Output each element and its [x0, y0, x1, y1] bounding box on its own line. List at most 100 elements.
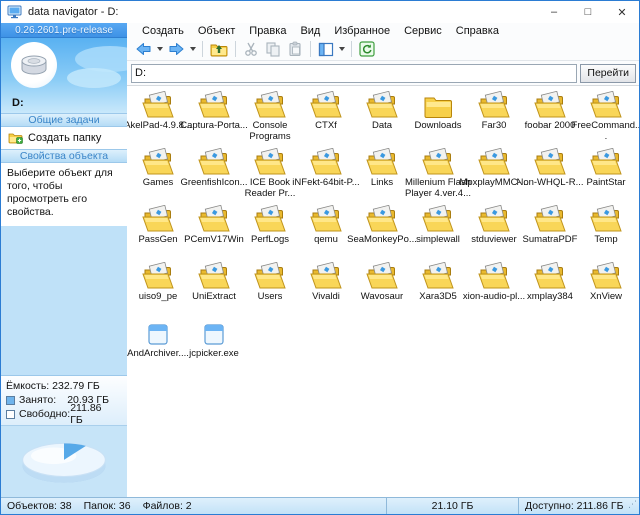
file-item[interactable]: Vivaldi	[298, 260, 354, 317]
file-item[interactable]: PassGen	[130, 203, 186, 260]
file-item[interactable]: Millenium Flash Player 4.ver.4...	[410, 146, 466, 203]
open-folder-icon	[422, 148, 454, 176]
file-item[interactable]: UniExtract	[186, 260, 242, 317]
file-label: FreeCommand...	[571, 120, 639, 142]
file-item[interactable]: GreenfishIcon...	[186, 146, 242, 203]
toolbar-separator	[310, 41, 311, 57]
status-objects: Объектов: 38	[7, 500, 72, 512]
application-file-icon	[203, 323, 225, 347]
drive-letter-label: D:	[12, 97, 24, 109]
menu-item[interactable]: Создать	[135, 25, 191, 37]
file-item[interactable]: Links	[354, 146, 410, 203]
open-folder-icon	[254, 262, 286, 290]
capacity-value: 232.79 ГБ	[52, 380, 100, 392]
file-item[interactable]: Captura-Porta...	[186, 89, 242, 146]
menu-item[interactable]: Объект	[191, 25, 242, 37]
file-item[interactable]: Wavosaur	[354, 260, 410, 317]
open-folder-icon	[534, 205, 566, 233]
status-files: Файлов: 2	[143, 500, 192, 512]
sidebar: 0.26.2601.pre-release D: Общие задачи	[1, 23, 127, 497]
file-item[interactable]: Users	[242, 260, 298, 317]
file-item[interactable]: Temp	[578, 203, 634, 260]
create-folder-button[interactable]: Создать папку	[1, 127, 127, 149]
copy-button[interactable]	[262, 40, 284, 59]
toolbar	[127, 38, 639, 61]
go-button[interactable]: Перейти	[580, 64, 636, 83]
menu-item[interactable]: Избранное	[327, 25, 397, 37]
file-item[interactable]: SeaMonkeyPo...	[354, 203, 410, 260]
file-item[interactable]: SumatraPDF	[522, 203, 578, 260]
file-item[interactable]: qemu	[298, 203, 354, 260]
capacity-row: Ёмкость: 232.79 ГБ	[6, 379, 123, 393]
file-item[interactable]: PerfLogs	[242, 203, 298, 260]
file-item[interactable]: foobar 2000	[522, 89, 578, 146]
back-button[interactable]	[132, 40, 155, 59]
file-item[interactable]: PaintStar	[578, 146, 634, 203]
menu-item[interactable]: Справка	[449, 25, 506, 37]
menu-item[interactable]: Вид	[293, 25, 327, 37]
open-folder-icon	[254, 91, 286, 119]
capacity-label: Ёмкость:	[6, 380, 49, 392]
file-item[interactable]: FreeCommand...	[578, 89, 634, 146]
window-body: 0.26.2601.pre-release D: Общие задачи	[1, 23, 639, 497]
file-item[interactable]: uiso9_pe	[130, 260, 186, 317]
closed-folder-icon	[423, 93, 453, 119]
file-item[interactable]: Non-WHQL-R...	[522, 146, 578, 203]
forward-button[interactable]	[165, 40, 188, 59]
file-item[interactable]: Far30	[466, 89, 522, 146]
address-input[interactable]	[131, 64, 577, 83]
maximize-button[interactable]: □	[571, 1, 605, 23]
capacity-panel: Ёмкость: 232.79 ГБ Занято: 20.93 ГБ Своб…	[1, 375, 127, 425]
close-button[interactable]: ✕	[605, 1, 639, 23]
open-folder-icon	[366, 91, 398, 119]
paste-button[interactable]	[284, 40, 306, 59]
up-level-button[interactable]	[207, 40, 231, 59]
open-folder-icon	[422, 205, 454, 233]
open-folder-icon	[534, 91, 566, 119]
back-dropdown[interactable]	[155, 40, 165, 59]
file-item[interactable]: simplewall	[410, 203, 466, 260]
file-item[interactable]: AkelPad-4.9.8...	[130, 89, 186, 146]
views-dropdown[interactable]	[337, 40, 347, 59]
cut-button[interactable]	[240, 40, 262, 59]
open-folder-icon	[142, 262, 174, 290]
file-item[interactable]: Downloads	[410, 89, 466, 146]
file-item[interactable]: Xara3D5	[410, 260, 466, 317]
forward-dropdown[interactable]	[188, 40, 198, 59]
file-item[interactable]: Data	[354, 89, 410, 146]
menu-item[interactable]: Правка	[242, 25, 293, 37]
copy-icon	[265, 41, 281, 57]
file-item[interactable]: stduviewer	[466, 203, 522, 260]
file-item[interactable]: iNFekt-64bit-P...	[298, 146, 354, 203]
views-icon	[318, 42, 334, 57]
toolbar-separator	[351, 41, 352, 57]
views-button[interactable]	[315, 40, 337, 59]
file-item[interactable]: PCemV17Win	[186, 203, 242, 260]
app-logo-icon	[7, 5, 23, 19]
minimize-button[interactable]: –	[537, 1, 571, 23]
disk-usage-pie-chart	[12, 431, 116, 493]
file-list-area[interactable]: AkelPad-4.9.8...	[127, 85, 639, 497]
open-folder-icon	[366, 205, 398, 233]
file-item[interactable]: XnView	[578, 260, 634, 317]
file-label: XnView	[571, 291, 639, 302]
disk-usage-pie-panel	[1, 425, 127, 497]
open-folder-icon	[198, 262, 230, 290]
file-item[interactable]: Console Programs	[242, 89, 298, 146]
file-item[interactable]: CTXf	[298, 89, 354, 146]
resize-grip[interactable]: ⋰	[628, 496, 637, 512]
file-label: Temp	[571, 234, 639, 245]
file-item[interactable]: xion-audio-pl...	[466, 260, 522, 317]
status-size: 21.10 ГБ	[386, 498, 519, 514]
menu-item[interactable]: Сервис	[397, 25, 449, 37]
open-folder-icon	[142, 91, 174, 119]
file-item[interactable]: xmplay384	[522, 260, 578, 317]
file-item[interactable]: Games	[130, 146, 186, 203]
file-item[interactable]: AndArchiver....	[130, 317, 186, 374]
refresh-button[interactable]	[356, 40, 378, 59]
file-item[interactable]: ICE Book Reader Pr...	[242, 146, 298, 203]
file-item[interactable]: jcpicker.exe	[186, 317, 242, 374]
file-item[interactable]: MpxplayMMC-...	[466, 146, 522, 203]
status-counts: Объектов: 38 Папок: 36 Файлов: 2	[1, 500, 386, 512]
chevron-down-icon	[157, 47, 163, 51]
